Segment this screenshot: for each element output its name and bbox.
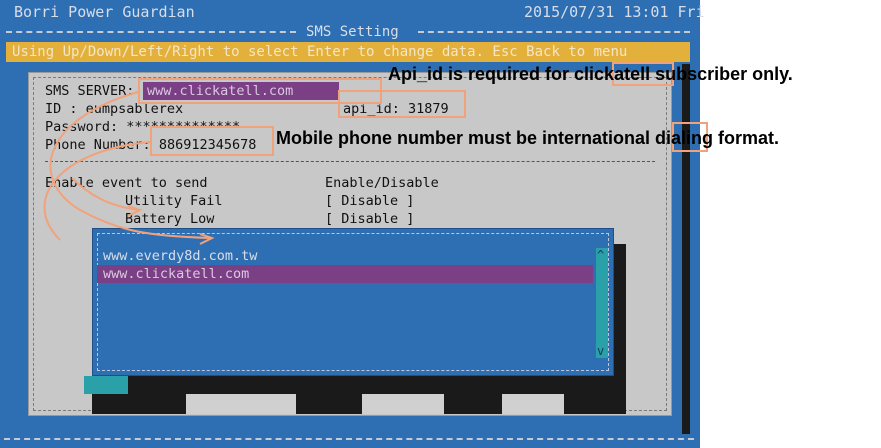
server-arrow-head (199, 233, 215, 245)
event-arrow-line (71, 177, 139, 211)
api-id-note: Api_id is required for clickatell subscr… (388, 64, 793, 84)
phone-format-note: Mobile phone number must be internationa… (276, 128, 780, 148)
phone-arrow-line (43, 141, 151, 241)
event-arrow-head (127, 205, 143, 217)
